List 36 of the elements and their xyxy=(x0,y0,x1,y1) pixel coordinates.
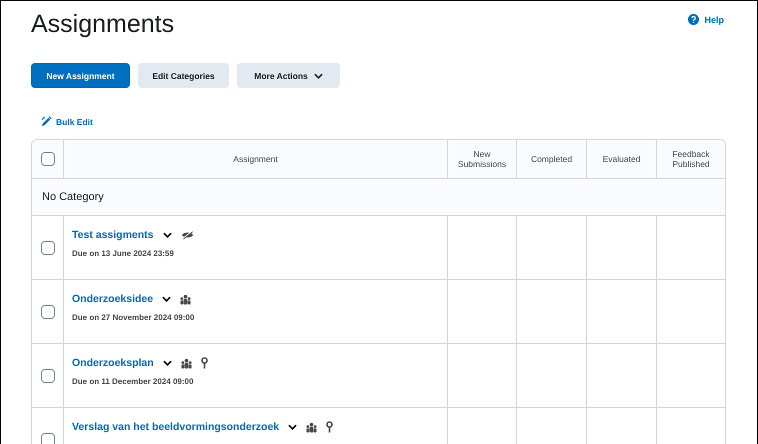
due-date: Due on 27 November 2024 09:00 xyxy=(72,313,196,322)
column-header: New Submissions xyxy=(447,140,516,178)
row-checkbox[interactable] xyxy=(40,240,54,254)
chevron-icon[interactable] xyxy=(288,424,298,430)
menu-button[interactable]: More Actions xyxy=(237,63,340,88)
column-header: Feedback Published xyxy=(656,140,725,178)
row-checkbox[interactable] xyxy=(40,304,54,318)
key-icon xyxy=(326,421,334,433)
assignment-link[interactable]: Test assigments xyxy=(72,229,154,241)
people-group-icon xyxy=(306,422,318,432)
people-group-icon xyxy=(180,358,192,368)
people-group-icon xyxy=(180,294,192,304)
key-icon xyxy=(200,357,208,369)
row-checkbox[interactable] xyxy=(40,368,54,382)
help-icon xyxy=(688,14,700,25)
column-header: Completed xyxy=(516,140,586,178)
help-link[interactable]: Help xyxy=(688,14,724,25)
bulk-edit-link[interactable]: Bulk Edit xyxy=(41,116,93,127)
chevron-icon[interactable] xyxy=(162,232,172,238)
assignment-link[interactable]: Onderzoeksplan xyxy=(72,357,154,369)
caret-icon[interactable] xyxy=(314,72,323,78)
primary-button[interactable]: New Assignment xyxy=(31,63,130,88)
column-header: Evaluated xyxy=(586,140,656,178)
chevron-icon[interactable] xyxy=(162,296,172,302)
chevron-icon[interactable] xyxy=(162,360,172,366)
due-date: Due on 11 December 2024 09:00 xyxy=(72,377,194,386)
row-checkbox[interactable] xyxy=(40,432,54,444)
column-header: Assignment xyxy=(63,140,447,178)
due-date: Due on 13 June 2024 23:59 xyxy=(72,249,175,258)
select-all-checkbox[interactable] xyxy=(40,152,54,166)
secondary-button[interactable]: Edit Categories xyxy=(138,63,229,88)
pencil-icon xyxy=(41,116,52,127)
assignment-link[interactable]: Onderzoeksidee xyxy=(72,293,154,305)
page-title: Assignments xyxy=(31,9,174,39)
assignment-link[interactable]: Verslag van het beeldvormingsonderzoek xyxy=(72,421,280,433)
eye-slash-icon xyxy=(180,230,194,240)
